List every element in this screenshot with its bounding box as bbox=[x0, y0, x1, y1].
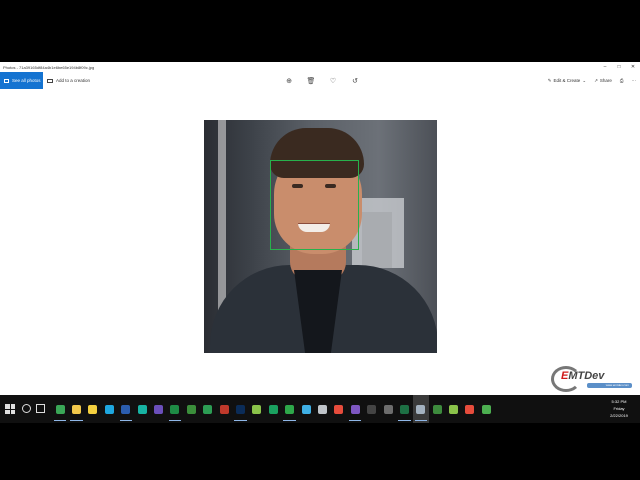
visual-studio-icon bbox=[350, 404, 360, 414]
taskbar-app-app-11[interactable] bbox=[216, 395, 232, 423]
emtdev-logo: EMTDev www.emtdev.com bbox=[551, 366, 633, 392]
ribbon-icon bbox=[137, 404, 147, 414]
taskbar-app-camtasia[interactable] bbox=[281, 395, 297, 423]
share-button[interactable]: ↗ Share bbox=[594, 78, 612, 84]
taskbar-app-notes[interactable] bbox=[85, 395, 101, 423]
printer-icon[interactable]: ⎙ bbox=[620, 78, 624, 83]
rotate-icon[interactable]: ↺ bbox=[350, 76, 360, 86]
face-detection-box bbox=[270, 160, 359, 250]
taskbar-app-sheets[interactable] bbox=[200, 395, 216, 423]
app-14-icon bbox=[268, 404, 278, 414]
center-actions: ⊕ 🗑 ♡ ↺ bbox=[284, 72, 360, 89]
photos-icon bbox=[4, 78, 9, 83]
taskbar-app-mobizen[interactable] bbox=[298, 395, 314, 423]
search-icon[interactable] bbox=[22, 404, 31, 413]
window-controls: – □ ✕ bbox=[598, 62, 640, 72]
taskbar-app-visual-studio[interactable] bbox=[347, 395, 363, 423]
zoom-icon[interactable]: ⊕ bbox=[284, 76, 294, 86]
android-icon bbox=[252, 404, 262, 414]
taskbar-app-android[interactable] bbox=[249, 395, 265, 423]
task-view-icon[interactable] bbox=[36, 404, 45, 413]
sheets-icon bbox=[203, 404, 213, 414]
taskbar-app-media[interactable] bbox=[150, 395, 166, 423]
taskbar-app-file-explorer[interactable] bbox=[68, 395, 84, 423]
add-creation-icon bbox=[47, 78, 53, 83]
see-all-photos-label: See all photos bbox=[12, 78, 41, 83]
taskbar-app-terminal[interactable] bbox=[363, 395, 379, 423]
taskbar-app-vim[interactable] bbox=[445, 395, 461, 423]
photos-window: Photos - 71a39165df84a4b1e6be65e194b8f09… bbox=[0, 62, 640, 395]
app-27-icon bbox=[481, 404, 491, 414]
logo-text: EMTDev bbox=[561, 370, 604, 382]
taskbar-app-maps[interactable] bbox=[183, 395, 199, 423]
taskbar-app-app-27[interactable] bbox=[478, 395, 494, 423]
file-explorer-icon bbox=[72, 404, 82, 414]
taskbar-app-calculator[interactable] bbox=[380, 395, 396, 423]
favorite-heart-icon[interactable]: ♡ bbox=[328, 76, 338, 86]
logo-tagline: www.emtdev.com bbox=[587, 383, 632, 388]
logo-text-main: MTDev bbox=[568, 370, 605, 382]
vim-icon bbox=[449, 404, 459, 414]
app-26-icon bbox=[465, 404, 475, 414]
right-actions: ✎ Edit & Create ⌄ ↗ Share ⎙ ⋯ bbox=[548, 72, 636, 89]
chevron-down-icon: ⌄ bbox=[582, 77, 587, 83]
media-icon bbox=[154, 404, 164, 414]
app-11-icon bbox=[219, 404, 229, 414]
app-24-icon bbox=[432, 404, 442, 414]
delete-icon[interactable]: 🗑 bbox=[306, 76, 316, 86]
system-clock[interactable]: 5:32 PM Friday 2/22/2019 bbox=[604, 398, 634, 419]
chrome-icon bbox=[55, 404, 65, 414]
photos-icon bbox=[416, 404, 426, 414]
cloud-icon bbox=[317, 404, 327, 414]
displayed-photo[interactable] bbox=[204, 120, 437, 353]
edit-icon: ✎ bbox=[547, 77, 552, 83]
excel-icon bbox=[170, 404, 180, 414]
taskbar-app-app-24[interactable] bbox=[429, 395, 445, 423]
pinned-apps bbox=[52, 395, 495, 423]
taskbar-app-chrome[interactable] bbox=[52, 395, 68, 423]
notes-icon bbox=[88, 404, 98, 414]
edit-create-label: Edit & Create bbox=[553, 78, 581, 83]
taskbar-app-app-14[interactable] bbox=[265, 395, 281, 423]
add-to-creation-label: Add to a creation bbox=[56, 78, 91, 83]
camtasia-icon bbox=[285, 404, 295, 414]
mobizen-icon bbox=[301, 404, 311, 414]
calculator-icon bbox=[383, 404, 393, 414]
title-bar: Photos - 71a39165df84a4b1e6be65e194b8f09… bbox=[0, 62, 640, 72]
taskbar-app-photoshop[interactable] bbox=[232, 395, 248, 423]
word-icon bbox=[121, 404, 131, 414]
taskbar-app-photos[interactable] bbox=[412, 395, 429, 423]
taskbar-app-app-26[interactable] bbox=[462, 395, 478, 423]
taskbar: 5:32 PM Friday 2/22/2019 bbox=[0, 395, 640, 423]
maximize-button[interactable]: □ bbox=[612, 62, 626, 72]
clock-time: 5:32 PM bbox=[611, 399, 627, 404]
add-to-creation-button[interactable]: Add to a creation bbox=[47, 78, 90, 83]
toolbar: See all photos Add to a creation ⊕ 🗑 ♡ ↺… bbox=[0, 72, 640, 89]
clock-day: Friday bbox=[613, 406, 625, 411]
close-button[interactable]: ✕ bbox=[626, 62, 640, 72]
taskbar-app-excel-2[interactable] bbox=[396, 395, 412, 423]
edit-create-button[interactable]: ✎ Edit & Create ⌄ bbox=[548, 78, 586, 84]
clock-date: 2/22/2019 bbox=[610, 413, 628, 418]
terminal-icon bbox=[367, 404, 377, 414]
more-icon[interactable]: ⋯ bbox=[632, 78, 637, 84]
skype-icon bbox=[104, 404, 114, 414]
taskbar-app-cloud[interactable] bbox=[314, 395, 330, 423]
maps-icon bbox=[186, 404, 196, 414]
share-icon: ↗ bbox=[594, 77, 598, 83]
photo-backdrop-sign-inner bbox=[362, 212, 392, 268]
excel-2-icon bbox=[399, 404, 409, 414]
taskbar-app-record[interactable] bbox=[331, 395, 347, 423]
taskbar-app-word[interactable] bbox=[118, 395, 134, 423]
taskbar-app-ribbon[interactable] bbox=[134, 395, 150, 423]
taskbar-app-skype[interactable] bbox=[101, 395, 117, 423]
minimize-button[interactable]: – bbox=[598, 62, 612, 72]
record-icon bbox=[334, 404, 344, 414]
window-title: Photos - 71a39165df84a4b1e6be65e194b8f09… bbox=[3, 64, 95, 70]
share-label: Share bbox=[599, 78, 612, 83]
start-button[interactable] bbox=[5, 404, 15, 414]
taskbar-app-excel[interactable] bbox=[167, 395, 183, 423]
see-all-photos-button[interactable]: See all photos bbox=[0, 72, 43, 89]
photoshop-icon bbox=[235, 404, 245, 414]
